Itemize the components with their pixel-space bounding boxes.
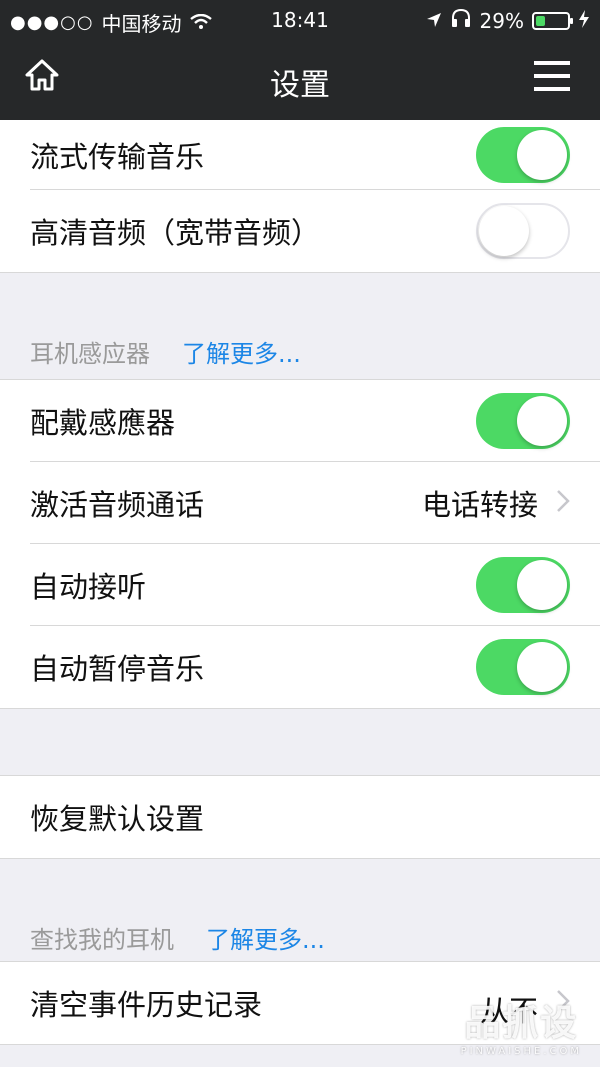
list-item-auto-pause-music: 自动暂停音乐: [0, 626, 600, 708]
list-item-label: 配戴感應器: [30, 406, 176, 440]
section-header-find-headphones: 查找我的耳机 了解更多...: [0, 917, 600, 955]
list-item-label: 流式传输音乐: [30, 140, 205, 174]
sensor-settings-group: 配戴感應器 激活音频通话 电话转接 自动接听 自动暂停音乐: [0, 379, 600, 709]
learn-more-link[interactable]: 了解更多...: [182, 334, 301, 369]
list-item-streaming-music: 流式传输音乐: [0, 120, 600, 190]
charging-bolt-icon: [578, 9, 590, 33]
section-header-sensor: 耳机感应器 了解更多...: [0, 331, 600, 369]
learn-more-link[interactable]: 了解更多...: [206, 920, 325, 955]
list-item-activate-audio-call[interactable]: 激活音频通话 电话转接: [0, 462, 600, 544]
list-item-restore-defaults[interactable]: 恢复默认设置: [0, 776, 600, 858]
hamburger-menu-icon[interactable]: [532, 58, 572, 98]
auto-answer-toggle[interactable]: [476, 557, 570, 613]
hd-audio-toggle[interactable]: [476, 203, 570, 259]
list-item-label: 自动接听: [30, 570, 147, 604]
audio-settings-group: 流式传输音乐 高清音频（宽带音频）: [0, 120, 600, 273]
battery-percent: 29%: [479, 8, 524, 33]
chevron-right-icon: [556, 487, 570, 520]
list-item-value: 电话转接: [421, 488, 538, 522]
settings-list: 流式传输音乐 高清音频（宽带音频） 耳机感应器 了解更多... 配戴感應器 激活…: [0, 120, 600, 1045]
section-header-title: 耳机感应器: [30, 340, 150, 368]
list-item-label: 高清音频（宽带音频）: [30, 216, 321, 250]
list-item-wear-sensor: 配戴感應器: [0, 380, 600, 462]
status-right: 29%: [426, 8, 590, 33]
streaming-music-toggle[interactable]: [476, 127, 570, 183]
watermark-sub: PINWAISHE.COM: [460, 1046, 582, 1057]
watermark-main: 品抓设: [464, 1003, 579, 1044]
list-item-label: 恢复默认设置: [30, 802, 205, 836]
reset-group: 恢复默认设置: [0, 775, 600, 859]
location-arrow-icon: [426, 9, 442, 33]
wear-sensor-toggle[interactable]: [476, 393, 570, 449]
headphones-icon: [450, 8, 472, 33]
list-item-label: 清空事件历史记录: [30, 988, 263, 1022]
page-title: 设置: [270, 68, 330, 103]
navigation-bar: 设置: [0, 40, 600, 120]
auto-pause-music-toggle[interactable]: [476, 639, 570, 695]
status-bar: ●●●○○ 中国移动 18:41 29%: [0, 0, 600, 40]
battery-icon: [532, 11, 573, 30]
section-header-title: 查找我的耳机: [30, 926, 174, 954]
watermark-logo: 品抓设 PINWAISHE.COM: [461, 994, 582, 1057]
list-item-label: 激活音频通话: [30, 488, 205, 522]
list-item-auto-answer: 自动接听: [0, 544, 600, 626]
list-item-hd-audio: 高清音频（宽带音频）: [0, 190, 600, 272]
list-item-label: 自动暂停音乐: [30, 652, 205, 686]
